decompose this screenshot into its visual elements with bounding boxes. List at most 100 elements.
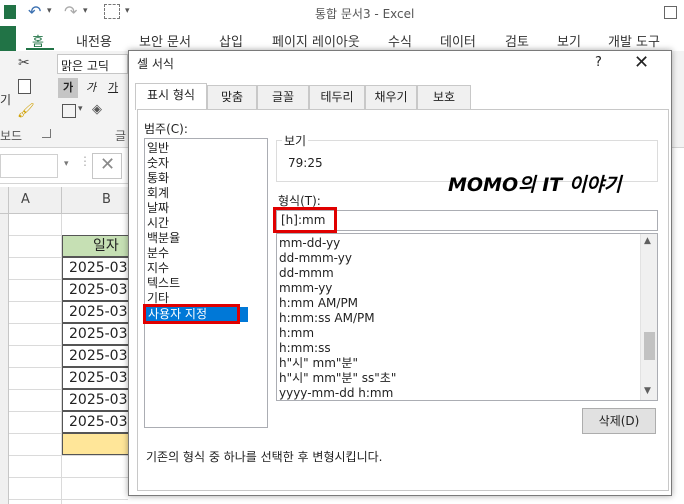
tab-fill[interactable]: 채우기 [365, 85, 417, 109]
copy-icon[interactable] [18, 79, 31, 94]
ribbon-tab-review[interactable]: 검토 [505, 31, 529, 50]
scroll-down-icon[interactable]: ▼ [644, 386, 651, 396]
header-cell-date[interactable]: 일자 [62, 235, 128, 257]
name-box-dropdown-icon[interactable]: ▾ [64, 159, 69, 169]
clipboard-launcher-icon[interactable] [42, 129, 51, 138]
save-icon[interactable] [4, 5, 16, 19]
format-label: 형식(T): [278, 194, 321, 208]
category-item-time[interactable]: 시간 [147, 216, 169, 231]
tab-border[interactable]: 테두리 [309, 85, 365, 109]
date-cell[interactable]: 2025-03- [62, 389, 128, 411]
format-item[interactable]: yyyy-mm-dd h:mm [279, 386, 393, 400]
column-header-a[interactable]: A [21, 192, 30, 207]
cancel-entry-icon: ✕ [100, 154, 116, 175]
category-item-general[interactable]: 일반 [147, 141, 169, 156]
format-cells-dialog: 셀 서식 ? ✕ 표시 형식 맞춤 글꼴 테두리 채우기 보호 범주(C): 일… [128, 50, 672, 496]
ribbon-tab-view[interactable]: 보기 [557, 31, 581, 50]
category-item-number[interactable]: 숫자 [147, 156, 169, 171]
category-item-accounting[interactable]: 회계 [147, 186, 169, 201]
category-item-special[interactable]: 기타 [147, 291, 169, 306]
formula-bar-grip-icon: ⋮ [79, 154, 91, 168]
tab-font[interactable]: 글꼴 [257, 85, 309, 109]
restore-window-icon[interactable] [664, 6, 677, 19]
borders-icon[interactable] [62, 104, 76, 118]
ribbon-tab-security[interactable]: 보안 문서 [139, 31, 191, 50]
delete-button[interactable]: 삭제(D) [582, 408, 656, 434]
date-cell[interactable]: 2025-03- [62, 257, 128, 279]
format-item[interactable]: dd-mmm [279, 266, 334, 281]
cut-icon[interactable]: ✂ [18, 55, 30, 71]
date-cell[interactable]: 2025-03- [62, 411, 128, 433]
category-item-percentage[interactable]: 백분율 [147, 231, 180, 246]
redo-icon[interactable]: ↷ [64, 2, 77, 21]
format-item[interactable]: h:mm AM/PM [279, 296, 358, 311]
tab-protection[interactable]: 보호 [417, 85, 471, 109]
format-list[interactable]: mm-dd-yy dd-mmm-yy dd-mmm mmm-yy h:mm AM… [276, 233, 658, 401]
format-description: 기존의 형식 중 하나를 선택한 후 변형시킵니다. [146, 450, 383, 464]
format-list-scrollbar[interactable]: ▲ ▼ [640, 234, 657, 400]
date-cell[interactable]: 2025-03- [62, 279, 128, 301]
ribbon-tab-data[interactable]: 데이터 [440, 31, 476, 50]
name-box[interactable] [0, 154, 58, 178]
ribbon-tab-home-underline [26, 48, 54, 50]
select-all-corner[interactable] [0, 187, 9, 213]
scroll-thumb[interactable] [644, 332, 655, 360]
date-cell[interactable]: 2025-03- [62, 301, 128, 323]
quick-access-dropdown-icon[interactable]: ▾ [125, 6, 130, 16]
underline-button[interactable]: 가 [104, 78, 122, 98]
delete-button-label: 삭제(D) [598, 414, 640, 428]
format-input-value: [h]:mm [281, 213, 326, 227]
format-item[interactable]: h:mm:ss AM/PM [279, 311, 375, 326]
bold-button[interactable]: 가 [58, 78, 78, 98]
undo-icon[interactable]: ↶ [28, 2, 41, 21]
font-name-value: 맑은 고딕 [61, 59, 109, 73]
ribbon-tab-developer[interactable]: 개발 도구 [608, 31, 660, 50]
total-cell[interactable] [62, 433, 128, 455]
column-divider [61, 187, 62, 213]
ribbon-tab-formulas[interactable]: 수식 [388, 31, 412, 50]
blog-watermark: MOMO의 IT 이야기 [448, 174, 622, 196]
format-item[interactable]: mmm-yy [279, 281, 332, 296]
format-item[interactable]: h:mm [279, 326, 314, 341]
close-button[interactable]: ✕ [634, 52, 649, 73]
undo-dropdown-icon[interactable]: ▾ [47, 6, 52, 16]
category-item-text[interactable]: 텍스트 [147, 276, 180, 291]
date-cell[interactable]: 2025-03- [62, 323, 128, 345]
date-cell[interactable]: 2025-03- [62, 345, 128, 367]
category-list[interactable]: 일반 숫자 통화 회계 날짜 시간 백분율 분수 지수 텍스트 기타 사용자 지… [144, 138, 268, 428]
header-cell-text: 일자 [93, 238, 119, 254]
category-item-scientific[interactable]: 지수 [147, 261, 169, 276]
ribbon-tab-insert[interactable]: 삽입 [219, 31, 243, 50]
fill-color-icon[interactable]: ◈ [92, 102, 102, 117]
select-objects-icon[interactable] [104, 4, 120, 19]
category-item-fraction[interactable]: 분수 [147, 246, 169, 261]
format-item[interactable]: mm-dd-yy [279, 236, 340, 251]
redo-dropdown-icon[interactable]: ▾ [83, 6, 88, 16]
date-cell[interactable]: 2025-03- [62, 367, 128, 389]
scroll-up-icon[interactable]: ▲ [644, 236, 651, 246]
category-item-currency[interactable]: 통화 [147, 171, 169, 186]
format-painter-icon[interactable]: 🖌 [17, 103, 35, 119]
file-tab[interactable] [0, 26, 16, 51]
category-label: 범주(C): [144, 122, 188, 136]
tab-alignment[interactable]: 맞춤 [207, 85, 257, 109]
category-item-date[interactable]: 날짜 [147, 201, 169, 216]
format-input[interactable]: [h]:mm [276, 210, 658, 231]
format-item[interactable]: h:mm:ss [279, 341, 331, 356]
format-item[interactable]: dd-mmm-yy [279, 251, 352, 266]
tab-number[interactable]: 표시 형식 [135, 83, 207, 110]
dialog-title: 셀 서식 [137, 57, 174, 71]
column-header-b[interactable]: B [102, 192, 111, 207]
borders-dropdown-icon[interactable]: ▾ [78, 104, 83, 114]
cancel-entry-button[interactable]: ✕ [92, 153, 122, 179]
title-bar: ↶ ▾ ↷ ▾ ▾ 통합 문서3 - Excel [0, 0, 684, 26]
ribbon-tab-my[interactable]: 내전용 [76, 31, 112, 50]
preview-value: 79:25 [288, 156, 323, 170]
format-item[interactable]: h"시" mm"분" ss"초" [279, 371, 396, 386]
ribbon-tab-page-layout[interactable]: 페이지 레이아웃 [272, 31, 360, 50]
italic-button[interactable]: 가 [82, 78, 100, 98]
format-item[interactable]: h"시" mm"분" [279, 356, 358, 371]
help-button[interactable]: ? [595, 55, 602, 70]
font-name-box[interactable]: 맑은 고딕 [57, 54, 128, 74]
category-item-custom[interactable]: 사용자 지정 [146, 307, 248, 322]
